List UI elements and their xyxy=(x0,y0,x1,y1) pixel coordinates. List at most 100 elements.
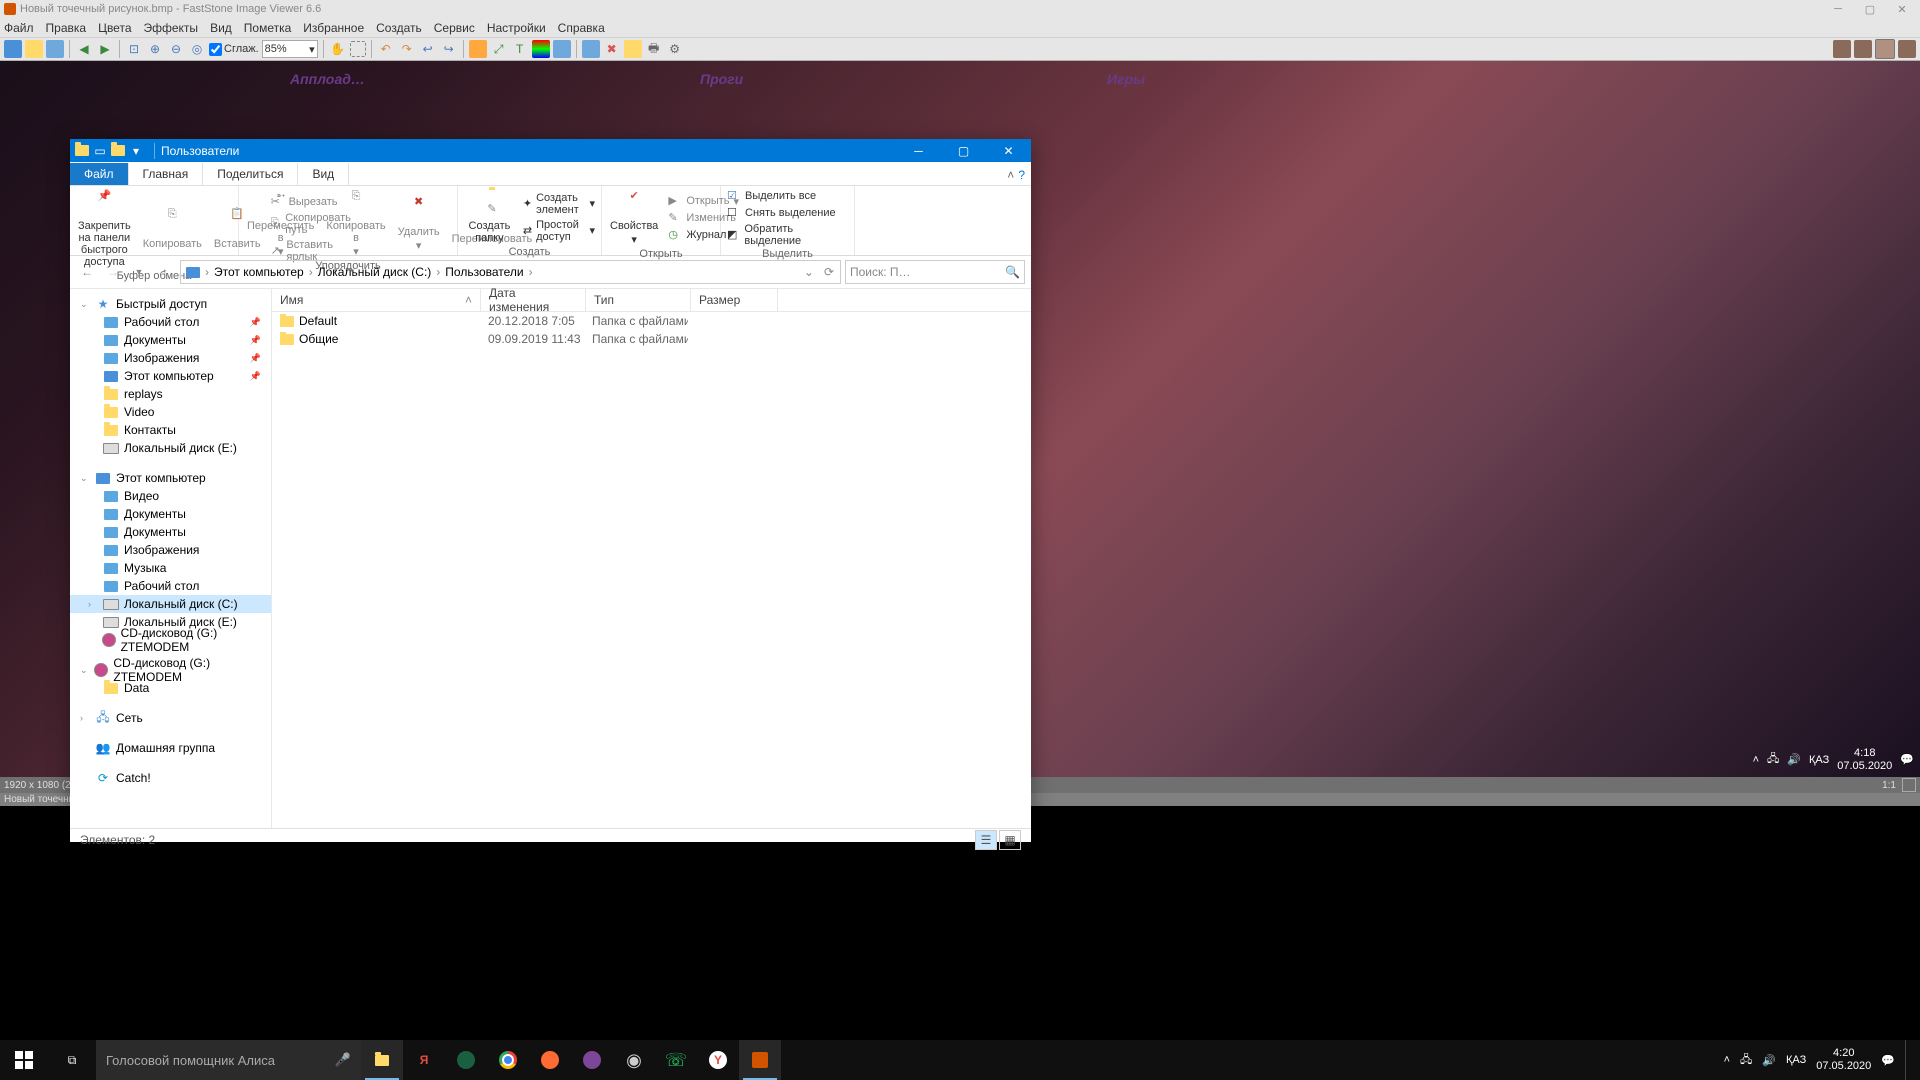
close-button[interactable]: ✕ xyxy=(1888,0,1916,18)
breadcrumb[interactable]: › Этот компьютер› Локальный диск (C:)› П… xyxy=(180,260,841,284)
tool-prev-icon[interactable]: ◀ xyxy=(75,40,93,58)
nav-recent-button[interactable]: ▼ xyxy=(128,261,150,283)
newfolder-button[interactable]: Создать папку xyxy=(462,188,517,246)
smooth-checkbox[interactable]: Сглаж. xyxy=(209,43,259,56)
nav-item[interactable]: Рабочий стол📌 xyxy=(70,313,271,331)
nav-item[interactable]: Контакты xyxy=(70,421,271,439)
nav-catch[interactable]: ⟳Catch! xyxy=(70,769,271,787)
nav-item[interactable]: Видео xyxy=(70,487,271,505)
tray-network-icon[interactable]: 🖧 xyxy=(1740,1051,1752,1070)
file-row[interactable]: Общие09.09.2019 11:43Папка с файлами xyxy=(272,330,1031,348)
nav-item[interactable]: Документы xyxy=(70,505,271,523)
menu-favorites[interactable]: Избранное xyxy=(303,21,364,35)
menu-edit[interactable]: Правка xyxy=(46,21,87,35)
pin-steam[interactable]: ◉ xyxy=(613,1040,655,1080)
status-box-icon[interactable] xyxy=(1902,778,1916,792)
addr-refresh-icon[interactable]: ⟳ xyxy=(820,265,838,279)
qat-folder-icon[interactable] xyxy=(74,143,90,159)
file-pane[interactable]: Имя˄ Дата изменения Тип Размер Default20… xyxy=(271,289,1031,828)
start-button[interactable] xyxy=(0,1040,48,1080)
nav-up-button[interactable]: ↑ xyxy=(154,261,176,283)
tray-notifications-icon[interactable]: 💬 xyxy=(1881,1054,1895,1067)
easyaccess-button[interactable]: ⇄Простой доступ▾ xyxy=(521,218,597,244)
nav-item[interactable]: Video xyxy=(70,403,271,421)
addr-dropdown-icon[interactable]: ⌄ xyxy=(800,265,818,279)
view-details-button[interactable]: ☰ xyxy=(975,830,997,850)
qat-new-icon[interactable] xyxy=(110,143,126,159)
tool-zoom-in-icon[interactable]: ⊕ xyxy=(146,40,164,58)
properties-button[interactable]: ✔Свойства▾ xyxy=(606,188,662,248)
tray-up-icon[interactable]: ˄ xyxy=(1724,1054,1730,1066)
qat-dropdown-icon[interactable]: ▾ xyxy=(128,143,144,159)
tool-color-icon[interactable] xyxy=(532,40,550,58)
tool-delete-icon[interactable]: ✖ xyxy=(603,40,621,58)
menu-tools[interactable]: Сервис xyxy=(434,21,475,35)
copy-button[interactable]: ⎘Копировать xyxy=(139,206,206,252)
nav-quick-access[interactable]: ⌄★Быстрый доступ xyxy=(70,295,271,313)
nav-item[interactable]: Документы xyxy=(70,523,271,541)
nav-network[interactable]: ›🖧Сеть xyxy=(70,709,271,727)
taskview-button[interactable]: ⧉ xyxy=(48,1040,96,1080)
menu-tag[interactable]: Пометка xyxy=(244,21,292,35)
nav-item[interactable]: Рабочий стол xyxy=(70,577,271,595)
tool-compare-icon[interactable] xyxy=(553,40,571,58)
nav-pane[interactable]: ⌄★Быстрый доступ Рабочий стол📌Документы📌… xyxy=(70,289,271,828)
delete-button[interactable]: ✖Удалить▾ xyxy=(394,194,444,254)
pin-chrome[interactable] xyxy=(487,1040,529,1080)
newitem-button[interactable]: ✦Создать элемент▾ xyxy=(521,191,597,217)
tool-fit-icon[interactable]: ⊡ xyxy=(125,40,143,58)
selectall-button[interactable]: ☑Выделить все xyxy=(725,188,850,204)
menu-file[interactable]: Файл xyxy=(4,21,34,35)
tool-wall1-icon[interactable] xyxy=(1833,40,1851,58)
tool-hand-icon[interactable]: ✋ xyxy=(329,40,347,58)
tool-open-icon[interactable] xyxy=(25,40,43,58)
tool-email-icon[interactable] xyxy=(624,40,642,58)
tool-wall2-icon[interactable] xyxy=(1854,40,1872,58)
pin-faststone[interactable] xyxy=(739,1040,781,1080)
tab-home[interactable]: Главная xyxy=(129,163,204,185)
tool-wall3-icon[interactable] xyxy=(1875,39,1895,59)
menu-create[interactable]: Создать xyxy=(376,21,422,35)
menu-colors[interactable]: Цвета xyxy=(98,21,131,35)
tray-volume-icon[interactable]: 🔊 xyxy=(1762,1054,1776,1067)
nav-cd[interactable]: ⌄CD-дисковод (G:) ZTEMODEM xyxy=(70,661,271,679)
pin-app2[interactable] xyxy=(529,1040,571,1080)
nav-item[interactable]: Изображения xyxy=(70,541,271,559)
tool-browser-icon[interactable] xyxy=(4,40,22,58)
col-size[interactable]: Размер xyxy=(691,289,778,311)
tray-clock[interactable]: 4:2007.05.2020 xyxy=(1816,1047,1871,1073)
col-date[interactable]: Дата изменения xyxy=(481,289,586,311)
nav-forward-button[interactable]: → xyxy=(102,261,124,283)
explorer-titlebar[interactable]: ▭ ▾ Пользователи ─ ▢ ✕ xyxy=(70,139,1031,162)
pin-yandex[interactable]: Я xyxy=(403,1040,445,1080)
tool-draw-icon[interactable] xyxy=(469,40,487,58)
taskbar-search[interactable]: Голосовой помощник Алиса 🎤 xyxy=(96,1040,361,1080)
copyto-button[interactable]: ⎘Копировать в▾ xyxy=(322,188,389,260)
nav-item[interactable]: CD-дисковод (G:) ZTEMODEM xyxy=(70,631,271,649)
nav-item[interactable]: Музыка xyxy=(70,559,271,577)
nav-back-button[interactable]: ← xyxy=(76,261,98,283)
pin-quick-button[interactable]: 📌Закрепить на панели быстрого доступа xyxy=(74,188,135,270)
show-desktop-button[interactable] xyxy=(1905,1040,1912,1080)
col-type[interactable]: Тип xyxy=(586,289,691,311)
tool-redo-icon[interactable]: ↪ xyxy=(440,40,458,58)
chevron-up-icon[interactable]: ˄ xyxy=(1007,168,1014,182)
tab-file[interactable]: Файл xyxy=(70,163,129,185)
tool-rotate-left-icon[interactable]: ↶ xyxy=(377,40,395,58)
moveto-button[interactable]: ➵Переместить в▾ xyxy=(243,188,318,260)
zoom-field[interactable]: 85%▾ xyxy=(262,40,318,58)
faststone-viewport[interactable]: Апплоад… Проги Игры ˄ 🖧 🔊 ҚАЗ 4:1807.05.… xyxy=(0,61,1920,777)
help-icon[interactable]: ? xyxy=(1018,168,1025,182)
tray-lang[interactable]: ҚАЗ xyxy=(1786,1054,1806,1066)
tool-save-icon[interactable] xyxy=(46,40,64,58)
tool-settings-icon[interactable]: ⚙ xyxy=(666,40,684,58)
pin-app1[interactable] xyxy=(445,1040,487,1080)
maximize-button[interactable]: ▢ xyxy=(1856,0,1884,18)
tool-resize-icon[interactable]: ⤢ xyxy=(490,40,508,58)
explorer-close-button[interactable]: ✕ xyxy=(986,139,1031,162)
tool-slideshow-icon[interactable] xyxy=(582,40,600,58)
menu-effects[interactable]: Эффекты xyxy=(144,21,199,35)
menu-settings[interactable]: Настройки xyxy=(487,21,546,35)
nav-item[interactable]: ›Локальный диск (C:) xyxy=(70,595,271,613)
selectnone-button[interactable]: ☐Снять выделение xyxy=(725,205,850,221)
